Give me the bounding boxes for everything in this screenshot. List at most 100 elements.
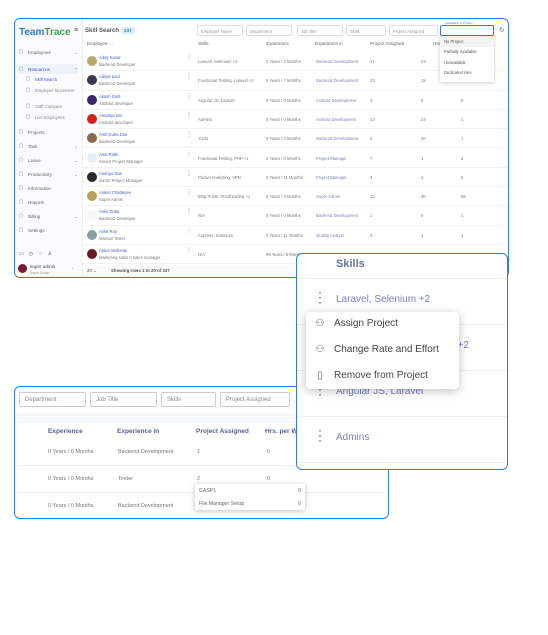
avatar — [87, 210, 97, 221]
employee-name[interactable]: Ankit Dutta — [99, 209, 119, 214]
menu-assign-project[interactable]: ⚇ Assign Project — [314, 318, 398, 329]
user-icon[interactable]: ♙ — [48, 251, 52, 257]
experience-in-cell: Project Manager — [316, 155, 347, 161]
sidebar-item-live-employees[interactable]: ▢ Live Employees — [25, 114, 85, 120]
sidebar-item-staff-compare[interactable]: ▢ Staff Compare — [25, 103, 85, 109]
table-row[interactable]: Amartya sen Android developer ⋮ Admins 0… — [83, 110, 508, 130]
more-options-icon[interactable]: ⋮ — [186, 55, 192, 61]
user-check-icon: ⚇ — [315, 318, 325, 329]
menu-change-rate-effort[interactable]: ⚇ Change Rate and Effort — [314, 344, 439, 355]
experience-cell: 0 Years / 0 Months — [266, 116, 301, 122]
job-title-filter[interactable]: Job Title — [90, 392, 157, 407]
table-row[interactable]: Ankit Roy Manual Tester ⋮ Cypress, Selen… — [83, 226, 508, 245]
option-no-project[interactable]: No Project — [440, 36, 494, 47]
employee-name[interactable]: Addy Kuvor — [99, 55, 121, 60]
department-filter[interactable]: Department — [19, 392, 86, 407]
employee-name[interactable]: Amit Rathi — [99, 152, 118, 157]
menu-toggle-icon[interactable]: ≡ — [74, 27, 78, 34]
project-assigned-filter[interactable]: Project Assigned — [220, 392, 290, 407]
employee-name[interactable]: Amartya sen — [99, 113, 123, 118]
table-row[interactable]: Ananya Das Junior Project Manager ⋮ Pack… — [83, 168, 508, 188]
job-title-filter[interactable]: Job Title — [297, 25, 343, 36]
table-row[interactable]: Akash Gulti Android developer ⋮ Angular … — [83, 91, 508, 110]
more-options-icon[interactable]: ⋮ — [186, 74, 192, 80]
more-options-icon[interactable]: ⋮ — [186, 190, 192, 196]
skills-cell: Yuclo — [198, 136, 209, 142]
more-options-icon[interactable]: ⋮ — [186, 248, 192, 254]
more-options-icon[interactable]: ⋮ — [186, 171, 192, 177]
col-employee[interactable]: Employee ↑↓ — [87, 41, 113, 46]
sidebar-item-billing[interactable]: ▢ Billing ⌄ — [18, 213, 78, 219]
employee-name[interactable]: Aniket Chatterjee — [99, 190, 131, 195]
table-row[interactable]: Amit Dutta Das Backend Developer ⋮ Yuclo… — [83, 129, 508, 149]
project-assigned-cell[interactable]: 1 — [197, 449, 200, 455]
project-assigned-cell: 7 — [370, 155, 373, 161]
count-badge: 237 — [121, 27, 135, 34]
user-profile[interactable]: super admin Super Admin › — [18, 262, 80, 276]
more-options-icon[interactable]: ⋮ — [186, 113, 192, 119]
table-row[interactable]: Amit Rathi Senior Project Manager ⋮ Func… — [83, 149, 508, 168]
bell-icon[interactable]: ♢ — [38, 251, 42, 257]
skills-filter[interactable]: Skills — [161, 392, 216, 407]
more-options-icon[interactable]: ⋮ — [186, 209, 192, 215]
projects-icon: ▢ — [18, 129, 24, 135]
department-filter[interactable]: Department — [246, 25, 292, 36]
experience-cell: 2 Years / 0 Months — [266, 155, 301, 161]
more-options-icon[interactable]: ⋮ — [186, 229, 192, 235]
employee-name[interactable]: Amit Dutta Das — [99, 132, 127, 137]
sidebar-item-label: Information — [28, 185, 51, 191]
option-partially-available[interactable]: Partially Available — [440, 47, 494, 58]
project-assigned-cell[interactable]: 2 — [197, 476, 200, 482]
table-row[interactable]: Aniket Chatterjee Super Admin ⋮ Blog Pos… — [83, 187, 508, 207]
availability-filter[interactable] — [440, 25, 494, 36]
employee-name[interactable]: Ankit Roy — [99, 229, 117, 234]
chevron-icon: ⌄ — [74, 157, 78, 163]
skills-filter[interactable]: Skills — [346, 25, 386, 36]
more-options-icon[interactable]: ⋮ — [186, 152, 192, 158]
employee-name[interactable]: Aditya paul — [99, 74, 120, 79]
sidebar-item-productivity[interactable]: ▢ Productivity ⌄ — [18, 171, 78, 177]
experience-in-cell: Backend Development — [316, 213, 359, 219]
menu-remove-from-project[interactable]: ▯ Remove from Project — [314, 370, 428, 381]
experience-cell: 0 Years / 0 Months — [48, 476, 94, 482]
skills-cell: N/A — [198, 213, 205, 219]
sidebar-item-task[interactable]: ▢ Task ⌄ — [18, 143, 78, 149]
project-assigned-filter[interactable]: Project Assigned — [389, 25, 438, 36]
job-title: Backend Developer — [99, 216, 136, 222]
employee-name[interactable]: Akash Gulti — [99, 94, 120, 99]
sidebar-item-leave[interactable]: ▢ Leave ⌄ — [18, 157, 78, 163]
clock-icon[interactable]: ◷ — [29, 251, 33, 257]
option-unavailable[interactable]: Unavailable — [440, 57, 494, 68]
table-row[interactable]: Ankit Dutta Backend Developer ⋮ N/A 0 Ye… — [83, 206, 508, 226]
sidebar-item-reports[interactable]: ▢ Reports — [18, 199, 78, 205]
sidebar-item-settings[interactable]: ▢ Settings — [18, 227, 78, 233]
avatar — [87, 94, 97, 105]
sidebar-item-employee-movement[interactable]: ▢ Employee Movement — [25, 87, 85, 93]
skills-cell: N/A — [198, 252, 205, 257]
more-options-icon[interactable]: ⋮ — [186, 132, 192, 138]
skills-header: Skills — [336, 258, 365, 270]
skills-row[interactable]: ⋮ Admins — [297, 417, 507, 463]
sidebar-item-projects[interactable]: ▢ Projects — [18, 129, 78, 135]
logo: TeamTrace — [19, 27, 71, 38]
more-options-icon[interactable]: ⋮ — [313, 428, 327, 442]
refresh-icon[interactable]: ↻ — [499, 26, 505, 34]
skills-cell: Angular JS, Laravel — [198, 97, 235, 103]
chevron-icon: ⌄ — [74, 49, 78, 55]
folder-icon[interactable]: ▭ — [19, 251, 24, 257]
more-options-icon[interactable]: ⋮ — [186, 94, 192, 100]
experience-cell: 0 Years / 0 Months — [266, 213, 301, 219]
option-dedicated-hire[interactable]: Dedicated Hire — [440, 68, 494, 79]
page-size-select[interactable]: 20 ⌄ — [87, 268, 97, 274]
employee-name[interactable]: Ananya Das — [99, 171, 122, 176]
page-title: Skill Search 237 — [85, 27, 135, 34]
chevron-icon: ⌄ — [74, 143, 78, 149]
sidebar-item-resources[interactable]: ▢ Resources ⌃ — [18, 64, 78, 74]
employee-name-filter[interactable]: Employee Name — [197, 25, 243, 36]
employee-name[interactable]: Ankur Mohanty — [99, 248, 127, 253]
sidebar-item-label: Reports — [28, 199, 45, 205]
more-options-icon[interactable]: ⋮ — [313, 290, 327, 304]
sidebar-item-employees[interactable]: ▢ Employees ⌄ — [18, 49, 78, 55]
sidebar-item-skill-search[interactable]: ▢ Skill Search — [25, 76, 85, 82]
sidebar-item-information[interactable]: ▢ Information — [18, 185, 78, 191]
